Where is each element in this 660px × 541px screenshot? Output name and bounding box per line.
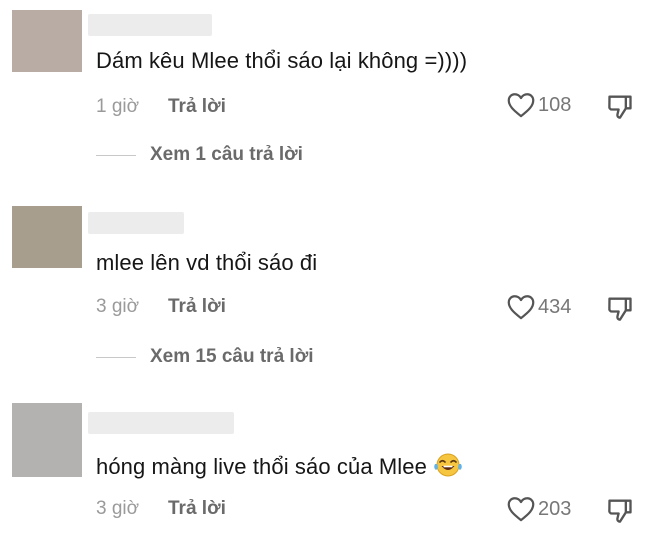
thumbs-down-icon xyxy=(608,95,632,119)
thumbs-down-icon xyxy=(608,297,632,321)
like-count: 108 xyxy=(538,93,572,116)
like-count: 434 xyxy=(538,295,572,318)
comment-time: 3 giờ xyxy=(96,296,140,317)
reply-button[interactable]: Trả lời xyxy=(168,96,226,118)
avatar[interactable] xyxy=(12,10,82,72)
heart-icon xyxy=(507,497,535,522)
heart-icon xyxy=(507,93,535,118)
username-redacted xyxy=(88,212,184,234)
face-with-tears-of-joy-icon xyxy=(434,453,462,477)
like-button[interactable]: 108 xyxy=(507,92,571,118)
view-replies-label: Xem 1 câu trả lời xyxy=(150,144,303,165)
heart-icon xyxy=(507,295,535,320)
comment-time: 3 giờ xyxy=(96,498,140,519)
comment-time: 1 giờ xyxy=(96,96,140,117)
thumbs-down-icon xyxy=(608,499,632,523)
view-replies-button[interactable]: Xem 1 câu trả lời xyxy=(96,144,303,166)
username-redacted xyxy=(88,412,234,434)
reply-button[interactable]: Trả lời xyxy=(168,296,226,318)
avatar[interactable] xyxy=(12,206,82,268)
comment-text: mlee lên vd thổi sáo đi xyxy=(96,250,318,275)
username-redacted xyxy=(88,14,212,36)
comment-text: Dám kêu Mlee thổi sáo lại không =)))) xyxy=(96,48,468,73)
dislike-button[interactable] xyxy=(606,92,634,125)
view-replies-button[interactable]: Xem 15 câu trả lời xyxy=(96,346,313,368)
reply-button[interactable]: Trả lời xyxy=(168,498,226,520)
avatar[interactable] xyxy=(12,403,82,477)
dislike-button[interactable] xyxy=(606,496,634,529)
comment-text: hóng màng live thổi sáo của Mlee xyxy=(96,454,427,479)
view-replies-label: Xem 15 câu trả lời xyxy=(150,346,314,367)
divider-line xyxy=(96,356,136,358)
divider-line xyxy=(96,154,136,156)
dislike-button[interactable] xyxy=(606,294,634,327)
like-button[interactable]: 434 xyxy=(507,294,571,320)
like-count: 203 xyxy=(538,497,572,520)
comment-text-row: hóng màng live thổi sáo của Mlee xyxy=(96,452,463,480)
like-button[interactable]: 203 xyxy=(507,496,571,522)
